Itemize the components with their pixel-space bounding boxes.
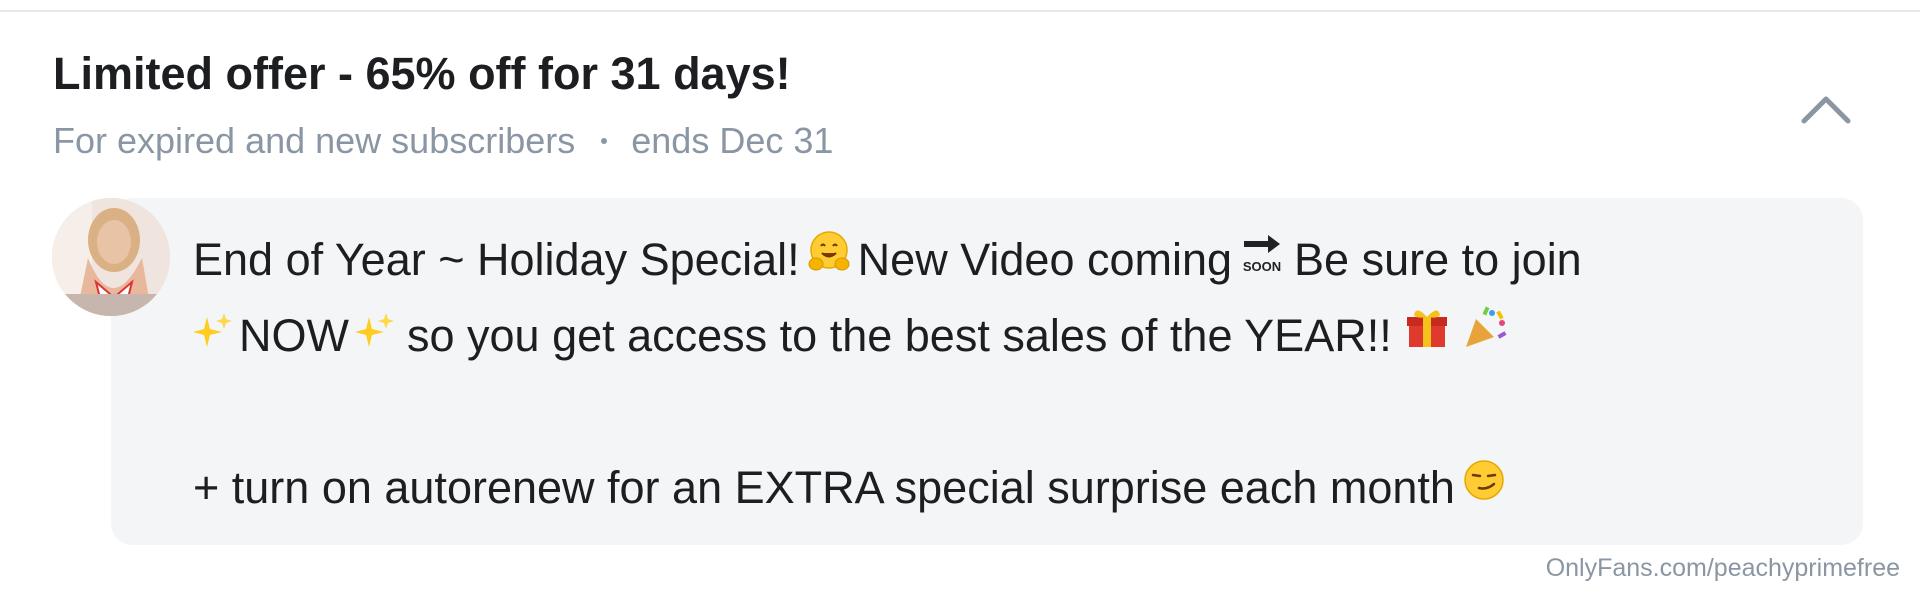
avatar[interactable] [52,198,170,316]
message-line-2: NOW so you get access to the best sales … [193,298,1853,374]
sparkles-icon [354,298,395,374]
offer-ends: ends Dec 31 [631,120,834,161]
collapse-button[interactable] [1798,87,1854,131]
message-segment: so you get access to the best sales of t… [406,310,1392,361]
offer-title: Limited offer - 65% off for 31 days! [53,48,791,99]
message-segment: End of Year ~ Holiday Special! [193,234,800,285]
offer-subtitle: For expired and new subscribers ends Dec… [53,120,833,162]
hugging-face-icon [806,222,852,298]
message-text: End of Year ~ Holiday Special! New Video… [193,222,1853,526]
smirking-face-icon [1461,450,1507,526]
message-line-3: + turn on autorenew for an EXTRA special… [193,450,1853,526]
party-popper-icon [1462,298,1508,374]
soon-label: SOON [1243,259,1281,274]
message-segment: New Video coming [857,234,1233,285]
page: Limited offer - 65% off for 31 days! For… [0,0,1920,601]
soon-arrow-icon: SOON [1238,222,1288,298]
message-segment: + turn on autorenew for an EXTRA special… [193,462,1455,513]
message-segment: NOW [239,310,349,361]
message-line-1: End of Year ~ Holiday Special! New Video… [193,222,1853,298]
offer-audience: For expired and new subscribers [53,120,576,161]
watermark: OnlyFans.com/peachyprimefree [1545,554,1900,582]
top-divider [0,10,1920,12]
wrapped-gift-icon [1404,298,1450,374]
chevron-up-icon [1801,96,1851,124]
avatar-image [52,198,170,316]
separator-dot [601,138,608,144]
message-segment: Be sure to join [1294,234,1582,285]
sparkles-icon [193,298,233,374]
